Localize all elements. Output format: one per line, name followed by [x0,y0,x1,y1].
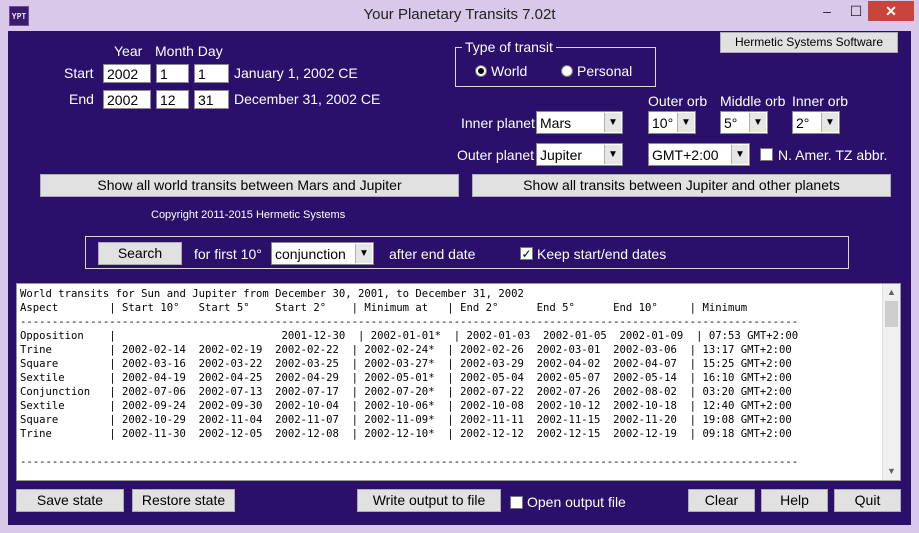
world-radio-label: World [491,63,528,79]
tz-abbr-checkbox[interactable] [760,148,773,161]
outer-orb-value: 10° [652,115,674,131]
personal-radio[interactable] [561,65,573,77]
open-output-label: Open output file [527,494,626,510]
inner-planet-select[interactable]: Mars ▼ [536,111,623,134]
inner-planet-value: Mars [540,115,572,131]
output-scrollbar[interactable]: ▲ ▼ [882,284,900,480]
inner-planet-label: Inner planet [461,115,535,131]
year-header: Year [114,43,143,59]
show-world-transits-button[interactable]: Show all world transits between Mars and… [40,174,459,197]
scroll-thumb[interactable] [885,301,898,327]
chevron-down-icon: ▼ [821,113,838,132]
start-label: Start [64,65,94,81]
outer-planet-label: Outer planet [457,147,535,163]
start-month-input[interactable]: 1 [156,64,189,83]
after-end-label: after end date [389,246,476,262]
keep-dates-checkbox[interactable]: ✓ [520,247,533,260]
world-radio[interactable] [475,65,487,77]
output-text: World transits for Sun and Jupiter from … [20,288,799,468]
end-year-input[interactable]: 2002 [103,90,151,109]
tz-abbr-label: N. Amer. TZ abbr. [778,147,888,163]
scroll-down-icon[interactable]: ▼ [883,463,900,480]
inner-orb-label: Inner orb [792,93,849,109]
minimize-button[interactable]: – [814,1,840,21]
search-button[interactable]: Search [98,242,182,265]
middle-orb-value: 5° [724,115,738,131]
month-day-header: Month Day [155,43,223,59]
timezone-select[interactable]: GMT+2:00 ▼ [648,143,750,166]
keep-dates-label: Keep start/end dates [537,246,667,262]
outer-planet-value: Jupiter [540,147,583,163]
for-first-label: for first 10° [194,246,262,262]
scroll-up-icon[interactable]: ▲ [883,284,900,301]
end-label: End [69,91,94,107]
write-output-button[interactable]: Write output to file [357,489,501,512]
start-day-input[interactable]: 1 [194,64,229,83]
middle-orb-select[interactable]: 5° ▼ [720,111,768,134]
start-date-text: January 1, 2002 CE [234,65,358,81]
hermetic-systems-button[interactable]: Hermetic Systems Software [720,32,898,53]
window-title: Your Planetary Transits 7.02t [363,6,556,23]
restore-state-button[interactable]: Restore state [132,489,235,512]
transit-type-title: Type of transit [462,39,556,55]
show-other-transits-button[interactable]: Show all transits between Jupiter and ot… [472,174,891,197]
output-textarea[interactable]: World transits for Sun and Jupiter from … [16,283,901,481]
chevron-down-icon: ▼ [355,244,372,263]
aspect-select[interactable]: conjunction ▼ [271,242,374,265]
inner-orb-value: 2° [796,115,810,131]
timezone-value: GMT+2:00 [652,147,719,163]
main-panel: Year Month Day Start 2002 1 1 January 1,… [8,31,911,525]
clear-button[interactable]: Clear [688,489,755,512]
start-year-input[interactable]: 2002 [103,64,151,83]
aspect-value: conjunction [275,246,346,262]
chevron-down-icon: ▼ [749,113,766,132]
middle-orb-label: Middle orb [720,93,786,109]
title-bar: YPT Your Planetary Transits 7.02t – ☐ ✕ [0,0,919,31]
maximize-button[interactable]: ☐ [843,1,869,21]
end-month-input[interactable]: 12 [156,90,189,109]
save-state-button[interactable]: Save state [16,489,124,512]
quit-button[interactable]: Quit [834,489,901,512]
chevron-down-icon: ▼ [604,113,621,132]
personal-radio-label: Personal [577,63,633,79]
end-date-text: December 31, 2002 CE [234,91,381,107]
chevron-down-icon: ▼ [677,113,694,132]
outer-orb-select[interactable]: 10° ▼ [648,111,696,134]
inner-orb-select[interactable]: 2° ▼ [792,111,840,134]
end-day-input[interactable]: 31 [194,90,229,109]
copyright-text: Copyright 2011-2015 Hermetic Systems [151,209,346,221]
chevron-down-icon: ▼ [731,145,748,164]
close-button[interactable]: ✕ [868,1,914,21]
help-button[interactable]: Help [761,489,828,512]
chevron-down-icon: ▼ [604,145,621,164]
outer-orb-label: Outer orb [648,93,708,109]
outer-planet-select[interactable]: Jupiter ▼ [536,143,623,166]
open-output-checkbox[interactable] [510,496,523,509]
